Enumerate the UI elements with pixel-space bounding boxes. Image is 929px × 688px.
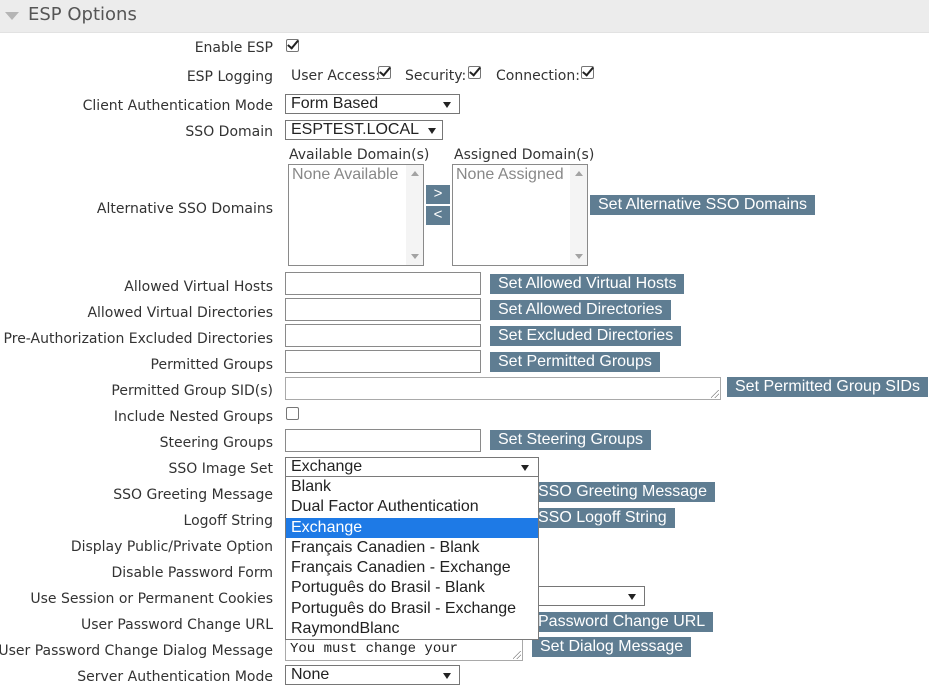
set-permitted-groups-button[interactable]: Set Permitted Groups: [490, 352, 660, 372]
scroll-down-icon[interactable]: [411, 254, 419, 259]
sso-domain-label: SSO Domain: [185, 124, 273, 140]
security-label: Security:: [405, 68, 467, 84]
preauth-excluded-dirs-label: Pre-Authorization Excluded Directories: [3, 331, 273, 347]
available-domains-empty: None Available: [292, 166, 399, 183]
available-domains-list[interactable]: None Available: [288, 164, 424, 266]
sso-image-set-dropdown[interactable]: Blank Dual Factor Authentication Exchang…: [285, 476, 539, 640]
add-domain-button[interactable]: >: [426, 185, 450, 204]
steering-groups-label: Steering Groups: [159, 435, 273, 451]
dropdown-option-exchange[interactable]: Exchange: [286, 517, 538, 538]
security-checkbox[interactable]: [468, 66, 481, 79]
scrollbar[interactable]: [570, 165, 587, 265]
client-auth-mode-value: Form Based: [291, 95, 379, 112]
set-alt-sso-domains-button[interactable]: Set Alternative SSO Domains: [590, 195, 815, 215]
available-domains-title: Available Domain(s): [289, 147, 430, 163]
sso-image-set-select[interactable]: Exchange: [285, 457, 539, 477]
dropdown-option-blank[interactable]: Blank: [286, 477, 538, 497]
resize-grip-icon[interactable]: [711, 390, 719, 398]
include-nested-groups-label: Include Nested Groups: [113, 409, 273, 425]
chevron-down-icon: [428, 128, 436, 134]
section-title: ESP Options: [28, 4, 137, 25]
display-public-private-label: Display Public/Private Option: [70, 539, 273, 555]
server-auth-mode-value: None: [291, 666, 330, 683]
allowed-virtual-hosts-label: Allowed Virtual Hosts: [124, 279, 273, 295]
esp-logging-label: ESP Logging: [186, 69, 273, 85]
dropdown-option-pt-br-exchange[interactable]: Português do Brasil - Exchange: [286, 599, 538, 619]
scroll-up-icon[interactable]: [411, 171, 419, 176]
set-steering-groups-button[interactable]: Set Steering Groups: [490, 430, 651, 450]
dropdown-option-fr-ca-blank[interactable]: Français Canadien - Blank: [286, 538, 538, 558]
chevron-down-icon: [628, 594, 636, 600]
alt-sso-domains-label: Alternative SSO Domains: [96, 201, 273, 217]
steering-groups-input[interactable]: [285, 429, 481, 452]
pw-change-dialog-value: You must change your: [290, 641, 459, 657]
set-permitted-group-sids-button[interactable]: Set Permitted Group SIDs: [727, 377, 928, 397]
allowed-virtual-dirs-input[interactable]: [285, 298, 481, 321]
user-access-checkbox[interactable]: [378, 66, 391, 79]
set-allowed-dirs-button[interactable]: Set Allowed Directories: [490, 300, 671, 320]
pw-change-dialog-textarea[interactable]: You must change your: [285, 638, 523, 661]
client-auth-mode-select[interactable]: Form Based: [285, 94, 460, 114]
disable-password-form-label: Disable Password Form: [111, 565, 274, 581]
server-auth-mode-select[interactable]: None: [285, 665, 460, 685]
set-dialog-message-button[interactable]: Set Dialog Message: [532, 637, 692, 657]
logoff-string-label: Logoff String: [183, 513, 273, 529]
dropdown-option-pt-br-blank[interactable]: Português do Brasil - Blank: [286, 578, 538, 598]
set-sso-logoff-string-button[interactable]: SSO Logoff String: [530, 508, 675, 528]
chevron-down-icon: [443, 673, 451, 679]
allowed-virtual-dirs-label: Allowed Virtual Directories: [87, 305, 273, 321]
resize-grip-icon[interactable]: [513, 651, 521, 659]
chevron-down-icon: [443, 102, 451, 108]
scroll-up-icon[interactable]: [575, 171, 583, 176]
allowed-virtual-hosts-input[interactable]: [285, 272, 481, 295]
sso-image-set-label: SSO Image Set: [168, 461, 273, 477]
assigned-domains-list[interactable]: None Assigned: [452, 164, 588, 266]
permitted-group-sids-textarea[interactable]: [285, 377, 721, 400]
set-pw-change-url-button[interactable]: Password Change URL: [530, 612, 714, 632]
client-auth-mode-label: Client Authentication Mode: [82, 98, 273, 114]
enable-esp-checkbox[interactable]: [286, 39, 299, 52]
preauth-excluded-dirs-input[interactable]: [285, 324, 481, 347]
dropdown-option-raymondblanc[interactable]: RaymondBlanc: [286, 619, 538, 639]
sso-image-set-value: Exchange: [291, 458, 363, 475]
connection-checkbox[interactable]: [581, 66, 594, 79]
permitted-groups-label: Permitted Groups: [150, 357, 273, 373]
pw-change-url-label: User Password Change URL: [80, 617, 273, 633]
sso-greeting-message-label: SSO Greeting Message: [113, 487, 273, 503]
assigned-domains-title: Assigned Domain(s): [454, 147, 595, 163]
session-cookies-label: Use Session or Permanent Cookies: [30, 591, 273, 607]
set-allowed-virtual-hosts-button[interactable]: Set Allowed Virtual Hosts: [490, 274, 685, 294]
section-header[interactable]: ESP Options: [0, 0, 929, 33]
assigned-domains-empty: None Assigned: [456, 166, 564, 183]
permitted-group-sids-label: Permitted Group SID(s): [111, 383, 273, 399]
scroll-down-icon[interactable]: [575, 254, 583, 259]
enable-esp-label: Enable ESP: [194, 40, 273, 56]
set-excluded-dirs-button[interactable]: Set Excluded Directories: [490, 326, 682, 346]
dropdown-option-dual-factor[interactable]: Dual Factor Authentication: [286, 497, 538, 517]
pw-change-dialog-label: User Password Change Dialog Message: [0, 643, 273, 659]
remove-domain-button[interactable]: <: [426, 206, 450, 225]
scrollbar[interactable]: [406, 165, 423, 265]
connection-label: Connection:: [496, 68, 580, 84]
triangle-down-icon[interactable]: [5, 12, 19, 20]
chevron-down-icon: [521, 465, 529, 471]
server-auth-mode-label: Server Authentication Mode: [77, 669, 273, 685]
permitted-groups-input[interactable]: [285, 350, 481, 373]
include-nested-groups-checkbox[interactable]: [286, 407, 299, 420]
set-sso-greeting-message-button[interactable]: SSO Greeting Message: [530, 482, 715, 502]
sso-domain-value: ESPTEST.LOCAL: [291, 121, 420, 138]
user-access-label: User Access:: [291, 68, 381, 84]
dropdown-option-fr-ca-exchange[interactable]: Français Canadien - Exchange: [286, 558, 538, 578]
sso-domain-select[interactable]: ESPTEST.LOCAL: [285, 120, 443, 140]
